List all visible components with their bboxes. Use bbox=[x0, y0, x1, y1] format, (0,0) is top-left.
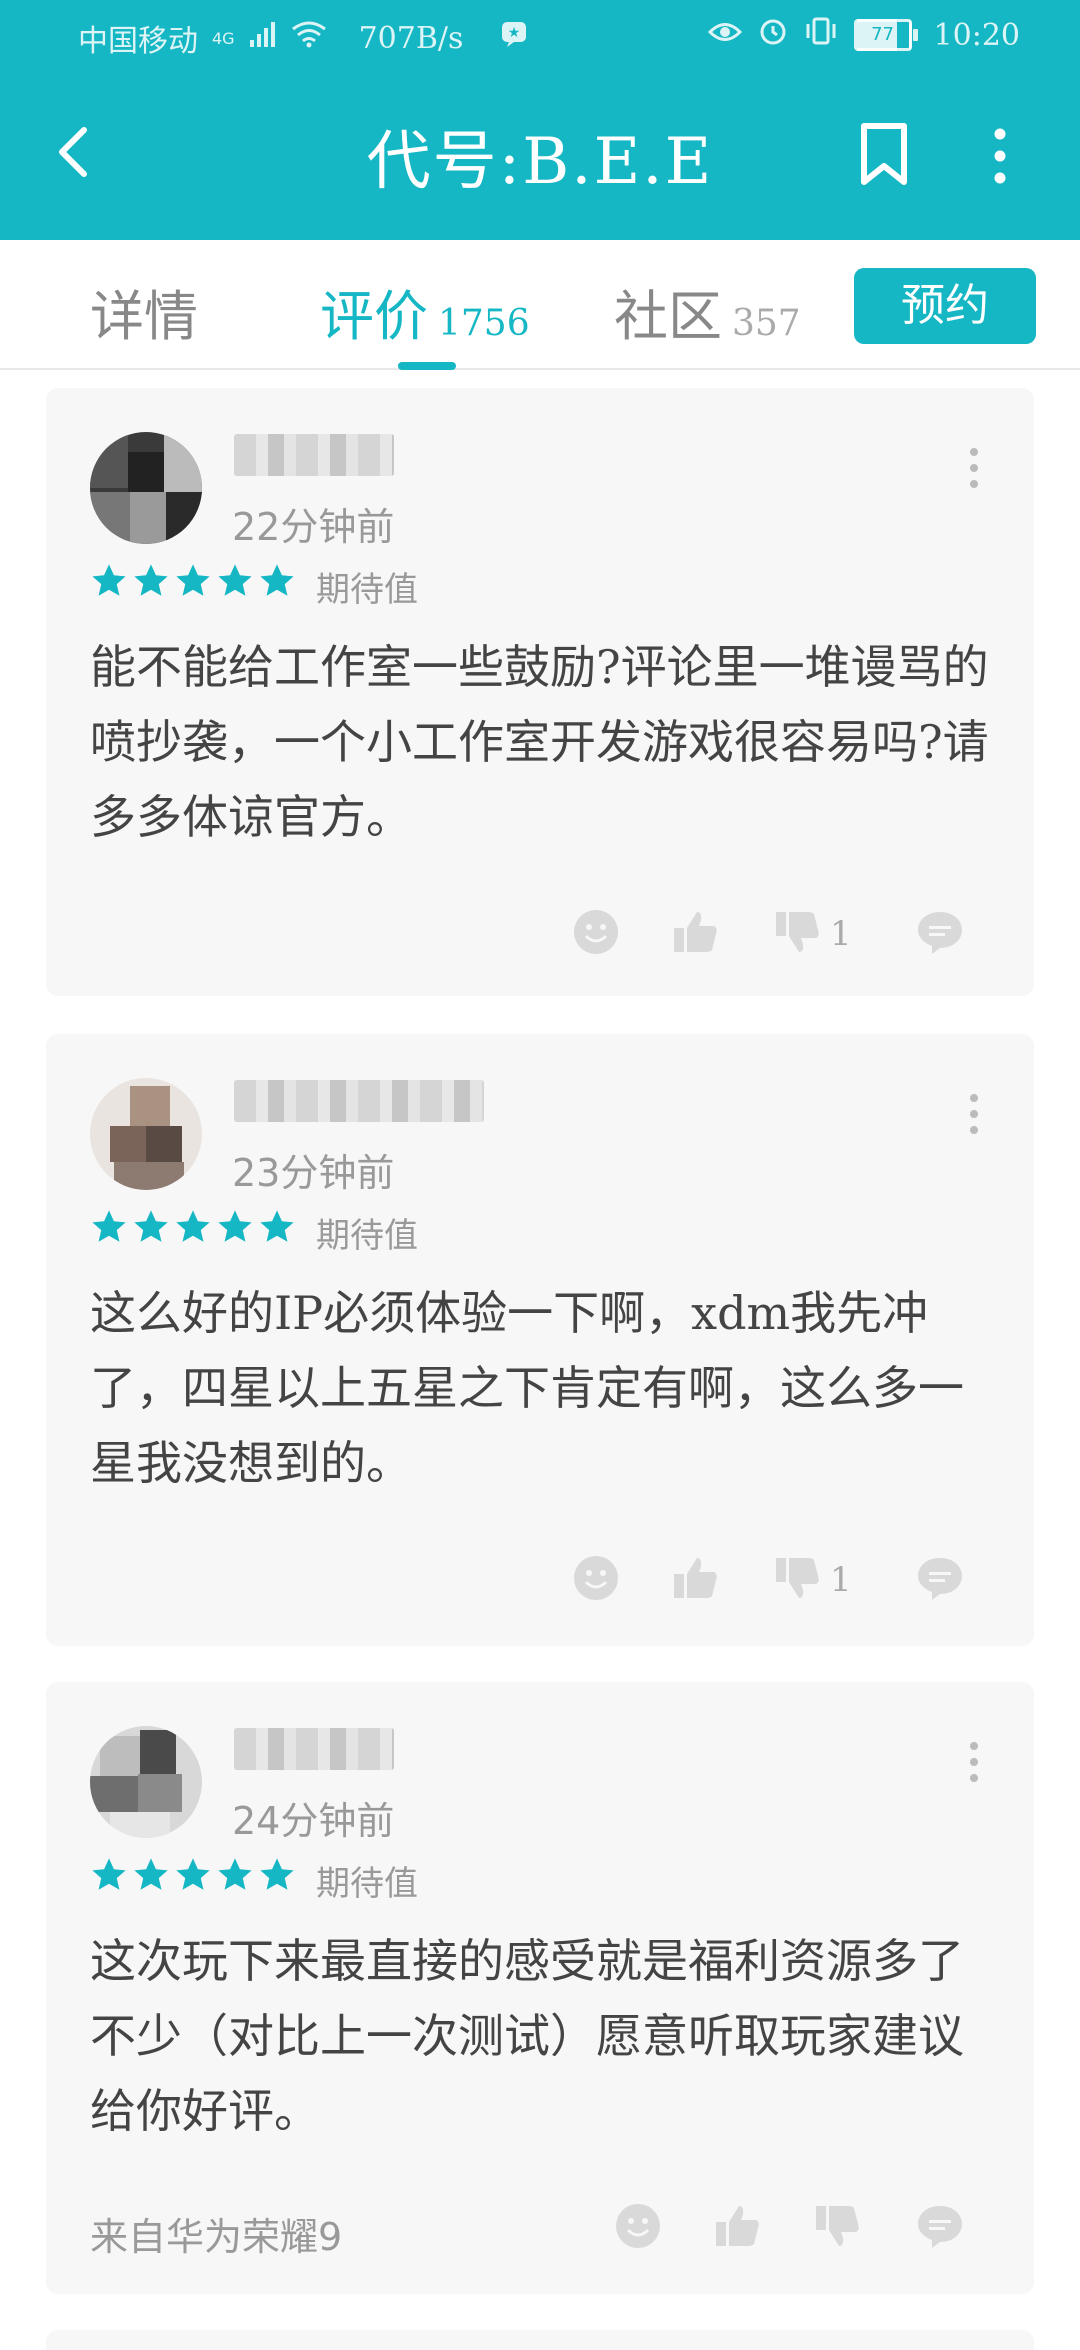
star-icon bbox=[260, 1858, 294, 1890]
more-vertical-icon bbox=[994, 128, 1006, 184]
review-more-button[interactable] bbox=[962, 440, 986, 500]
star-icon bbox=[218, 564, 252, 596]
star-icon bbox=[92, 1858, 126, 1890]
thumbs-down-icon bbox=[776, 1558, 819, 1598]
status-bar: 中国移动 4G 707B/s ★ 77 10:20 bbox=[0, 0, 1080, 76]
emoji-react-button[interactable] bbox=[570, 1552, 622, 1604]
dislike-button[interactable] bbox=[772, 906, 824, 958]
review-more-button[interactable] bbox=[962, 1734, 986, 1794]
tab-community[interactable]: 社区 357 bbox=[614, 272, 801, 351]
star-icon bbox=[218, 1210, 252, 1242]
star-icon bbox=[176, 564, 210, 596]
alarm-icon bbox=[758, 16, 788, 54]
comment-button[interactable] bbox=[914, 2200, 966, 2252]
comment-button[interactable] bbox=[914, 1552, 966, 1604]
tab-label: 评价 bbox=[320, 285, 428, 348]
more-vertical-icon bbox=[970, 1742, 978, 1782]
thumbs-up-icon bbox=[716, 2206, 759, 2246]
like-button[interactable] bbox=[670, 1552, 722, 1604]
review-card: 23分钟前 期待值 这么好的IP必须体验一下啊，xdm我先冲了，四星以上五星之下… bbox=[46, 1034, 1034, 1646]
rating-label: 期待值 bbox=[316, 1864, 418, 1904]
app-bar: 代号:B.E.E bbox=[0, 76, 1080, 240]
star-icon bbox=[134, 1210, 168, 1242]
page-title: 代号:B.E.E bbox=[366, 125, 714, 199]
signal-icon bbox=[249, 20, 277, 56]
review-text[interactable]: 这次玩下来最直接的感受就是福利资源多了不少（对比上一次测试）愿意听取玩家建议给你… bbox=[90, 1924, 990, 2149]
more-vertical-icon bbox=[970, 448, 978, 488]
star-rating bbox=[90, 1856, 296, 1894]
more-options-button[interactable] bbox=[976, 120, 1024, 192]
battery-icon: 77 bbox=[853, 19, 918, 51]
tab-label: 社区 bbox=[614, 285, 722, 348]
star-icon bbox=[92, 564, 126, 596]
dislike-count: 1 bbox=[830, 914, 852, 954]
device-label: 来自华为荣耀9 bbox=[90, 2215, 343, 2259]
review-card-partial bbox=[46, 2330, 1034, 2350]
clock: 10:20 bbox=[933, 17, 1020, 53]
tab-count: 1756 bbox=[438, 303, 530, 344]
comment-icon bbox=[918, 912, 962, 954]
star-icon bbox=[260, 1210, 294, 1242]
wifi-icon bbox=[291, 20, 327, 56]
bookmark-button[interactable] bbox=[852, 118, 916, 190]
carrier-label: 中国移动 bbox=[78, 24, 198, 59]
tab-details[interactable]: 详情 bbox=[90, 272, 198, 351]
bookmark-icon bbox=[861, 123, 907, 185]
review-time: 24分钟前 bbox=[232, 1799, 395, 1843]
rating-label: 期待值 bbox=[316, 1216, 418, 1256]
emoji-react-button[interactable] bbox=[612, 2200, 664, 2252]
username-redacted[interactable] bbox=[234, 1728, 394, 1770]
vibrate-icon bbox=[804, 16, 838, 54]
network-type: 4G bbox=[212, 28, 235, 48]
network-speed: 707B/s bbox=[358, 20, 464, 56]
comment-icon bbox=[918, 1558, 962, 1600]
tab-count: 357 bbox=[732, 303, 801, 344]
star-icon bbox=[92, 1210, 126, 1242]
reserve-button[interactable]: 预约 bbox=[854, 268, 1036, 344]
dislike-button[interactable] bbox=[812, 2200, 864, 2252]
comment-icon bbox=[918, 2206, 962, 2248]
thumbs-down-icon bbox=[816, 2206, 859, 2246]
username-redacted[interactable] bbox=[234, 1080, 484, 1122]
like-button[interactable] bbox=[712, 2200, 764, 2252]
star-icon bbox=[260, 564, 294, 596]
thumbs-up-icon bbox=[674, 1558, 717, 1598]
star-rating bbox=[90, 562, 296, 600]
review-text[interactable]: 能不能给工作室一些鼓励?评论里一堆谩骂的喷抄袭，一个小工作室开发游戏很容易吗?请… bbox=[90, 630, 990, 855]
star-icon bbox=[134, 564, 168, 596]
tab-reviews[interactable]: 评价 1756 bbox=[320, 272, 530, 351]
star-icon bbox=[134, 1858, 168, 1890]
like-button[interactable] bbox=[670, 906, 722, 958]
more-vertical-icon bbox=[970, 1094, 978, 1134]
smiley-icon bbox=[574, 1556, 618, 1600]
thumbs-up-icon bbox=[674, 912, 717, 952]
eye-comfort-icon bbox=[707, 18, 742, 53]
dislike-button[interactable] bbox=[772, 1552, 824, 1604]
review-card: 24分钟前 期待值 这次玩下来最直接的感受就是福利资源多了不少（对比上一次测试）… bbox=[46, 1682, 1034, 2294]
star-icon bbox=[176, 1210, 210, 1242]
thumbs-down-icon bbox=[776, 912, 819, 952]
avatar[interactable] bbox=[90, 1078, 202, 1190]
review-time: 23分钟前 bbox=[232, 1151, 395, 1195]
smiley-icon bbox=[574, 910, 618, 954]
avatar[interactable] bbox=[90, 432, 202, 544]
svg-text:★: ★ bbox=[508, 25, 521, 41]
username-redacted[interactable] bbox=[234, 434, 394, 476]
dislike-count: 1 bbox=[830, 1560, 852, 1600]
star-rating bbox=[90, 1208, 296, 1246]
comment-button[interactable] bbox=[914, 906, 966, 958]
review-more-button[interactable] bbox=[962, 1086, 986, 1146]
notification-icon: ★ bbox=[499, 19, 529, 57]
avatar[interactable] bbox=[90, 1726, 202, 1838]
review-text[interactable]: 这么好的IP必须体验一下啊，xdm我先冲了，四星以上五星之下肯定有啊，这么多一星… bbox=[90, 1276, 990, 1501]
tab-indicator bbox=[398, 362, 456, 370]
tab-label: 详情 bbox=[90, 285, 198, 348]
star-icon bbox=[176, 1858, 210, 1890]
emoji-react-button[interactable] bbox=[570, 906, 622, 958]
smiley-icon bbox=[616, 2204, 660, 2248]
review-card: 22分钟前 期待值 能不能给工作室一些鼓励?评论里一堆谩骂的喷抄袭，一个小工作室… bbox=[46, 388, 1034, 996]
star-icon bbox=[218, 1858, 252, 1890]
rating-label: 期待值 bbox=[316, 570, 418, 610]
review-time: 22分钟前 bbox=[232, 505, 395, 549]
